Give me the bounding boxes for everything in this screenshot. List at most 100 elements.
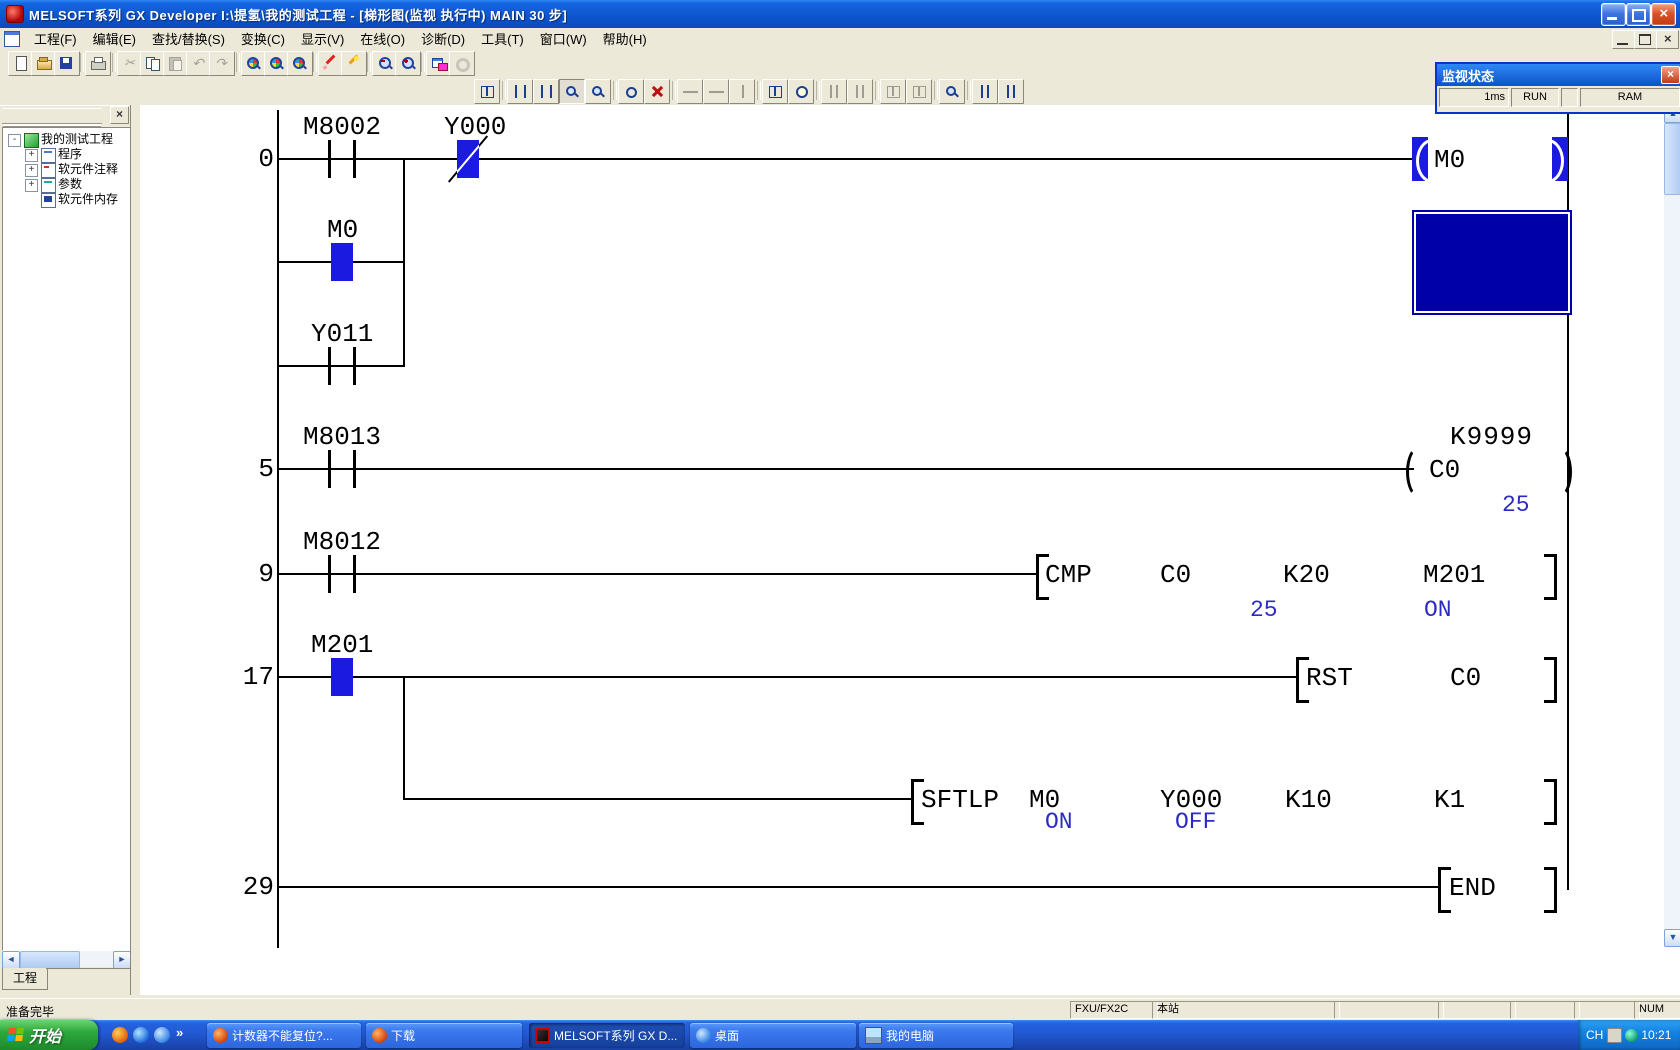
tree-node-parameter[interactable]: + 参数 [3, 177, 130, 192]
coil-m0-right-energized[interactable] [1552, 137, 1568, 181]
monitor-status-titlebar[interactable]: 监视状态 [1437, 64, 1680, 86]
partial-run-button[interactable] [880, 79, 906, 104]
ime-keyboard-icon[interactable] [1607, 1028, 1622, 1043]
contact-y011[interactable] [328, 347, 356, 385]
quicklaunch-firefox-icon[interactable] [112, 1027, 128, 1043]
contact-m201-energized[interactable] [331, 658, 353, 696]
step-run-button[interactable] [821, 79, 847, 104]
menu-edit[interactable]: 编辑(E) [85, 27, 144, 50]
contact-m8012[interactable] [328, 555, 356, 593]
menu-bar: 工程(F) 编辑(E) 查找/替换(S) 变换(C) 显示(V) 在线(O) 诊… [0, 28, 1680, 50]
tab-project[interactable]: 工程 [2, 968, 48, 990]
expand-icon[interactable]: + [25, 164, 38, 177]
line-insert-button[interactable] [972, 79, 998, 104]
mdi-restore-button[interactable] [1634, 30, 1657, 49]
task-button-forum[interactable]: 计数器不能复位?... [207, 1023, 361, 1048]
monitor-clock-button[interactable] [788, 79, 814, 104]
scrollbar-thumb[interactable] [1664, 123, 1680, 195]
instruction-cmp[interactable]: CMP [1045, 561, 1092, 589]
stop-monitor-button[interactable] [644, 79, 670, 104]
operand-m201[interactable]: M201 [1423, 561, 1485, 589]
menu-convert[interactable]: 变换(C) [233, 27, 293, 50]
language-indicator[interactable]: CH [1586, 1028, 1603, 1042]
minimize-button[interactable] [1601, 3, 1626, 26]
device-find-button[interactable] [287, 51, 313, 76]
close-contact-button[interactable] [533, 79, 559, 104]
skip-button[interactable] [847, 79, 873, 104]
print-button[interactable] [85, 51, 111, 76]
zoom-in-button[interactable] [395, 51, 421, 76]
tray-app-icon[interactable] [1625, 1029, 1638, 1042]
quicklaunch-overflow-icon[interactable]: » [176, 1025, 183, 1040]
tree-node-program[interactable]: + 程序 [3, 147, 130, 162]
left-power-rail [277, 110, 279, 948]
scroll-right-icon[interactable]: ► [113, 951, 131, 969]
instruction-rst[interactable]: RST [1306, 664, 1353, 692]
menu-find-replace[interactable]: 查找/替换(S) [144, 27, 233, 50]
program-jump-button[interactable] [906, 79, 932, 104]
sidebar-grip-handle[interactable] [2, 108, 102, 124]
scroll-left-icon[interactable]: ◄ [2, 951, 20, 969]
sidebar-close-icon[interactable]: × [110, 106, 129, 124]
menu-tools[interactable]: 工具(T) [473, 27, 532, 50]
menu-project[interactable]: 工程(F) [26, 27, 85, 50]
task-button-download[interactable]: 下载 [366, 1023, 522, 1048]
contact-m8013[interactable] [328, 450, 356, 488]
instruction-sftlp[interactable]: SFTLP [921, 786, 999, 814]
line-delete-button[interactable] [998, 79, 1024, 104]
tree-node-device-memory[interactable]: 软元件内存 [3, 192, 130, 207]
quicklaunch-ie-icon[interactable] [154, 1027, 170, 1043]
redo-button[interactable] [209, 51, 235, 76]
instruction-end[interactable]: END [1449, 874, 1496, 902]
menu-online[interactable]: 在线(O) [352, 27, 413, 50]
menu-view[interactable]: 显示(V) [293, 27, 352, 50]
quicklaunch-messenger-icon[interactable] [133, 1027, 149, 1043]
maximize-button[interactable] [1626, 3, 1651, 26]
edit-cursor-cell[interactable] [1412, 210, 1572, 315]
expand-icon[interactable]: + [25, 149, 38, 162]
menu-diagnostics[interactable]: 诊断(D) [413, 27, 473, 50]
fall-edit-button[interactable] [703, 79, 729, 104]
device-test-button[interactable] [585, 79, 611, 104]
mdi-close-button[interactable]: × [1656, 30, 1679, 49]
sidebar-horizontal-scrollbar[interactable]: ◄ ► [2, 951, 129, 967]
scroll-down-icon[interactable]: ▼ [1664, 929, 1680, 947]
menu-help[interactable]: 帮助(H) [595, 27, 655, 50]
expand-icon[interactable]: + [25, 179, 38, 192]
device-search-button[interactable] [939, 79, 965, 104]
monitor-close-icon[interactable]: × [1661, 66, 1680, 84]
menu-window[interactable]: 窗口(W) [532, 27, 595, 50]
coil-m0-left-energized[interactable] [1412, 137, 1428, 181]
contact-m0-energized[interactable] [331, 243, 353, 281]
branch-edit-button[interactable] [729, 79, 755, 104]
collapse-icon[interactable]: - [8, 134, 21, 147]
operand-c0-rst[interactable]: C0 [1450, 664, 1481, 692]
ladder-edit-2-button[interactable] [341, 51, 367, 76]
circuit-trace-button[interactable] [449, 51, 475, 76]
operand-k1[interactable]: K1 [1434, 786, 1465, 814]
open-contact-button[interactable] [507, 79, 533, 104]
contact-y000-closed-energized[interactable] [436, 139, 500, 179]
ladder-vertical-scrollbar[interactable]: ▲ ▼ [1664, 105, 1680, 945]
contact-m8002[interactable] [328, 140, 356, 178]
task-button-desktop[interactable]: 桌面 [690, 1023, 856, 1048]
scrollbar-thumb[interactable] [20, 951, 80, 969]
device-batch-button[interactable] [762, 79, 788, 104]
task-button-my-computer[interactable]: 我的电脑 [859, 1023, 1013, 1048]
task-button-melsoft-active[interactable]: MELSOFT系列 GX D... [529, 1023, 685, 1048]
save-project-button[interactable] [54, 51, 80, 76]
operand-k20[interactable]: K20 [1283, 561, 1330, 589]
coil-button[interactable] [618, 79, 644, 104]
tree-node-device-comment[interactable]: + 软元件注释 [3, 162, 130, 177]
rise-edit-button[interactable] [677, 79, 703, 104]
comment-edit-button[interactable] [474, 79, 500, 104]
close-button[interactable]: × [1651, 3, 1676, 26]
operand-k10[interactable]: K10 [1285, 786, 1332, 814]
tree-node-root[interactable]: - 我的测试工程 [3, 132, 130, 147]
start-button[interactable]: 开始 [0, 1020, 98, 1050]
operand-c0[interactable]: C0 [1160, 561, 1191, 589]
coil-label-c0[interactable]: C0 [1429, 456, 1460, 484]
mdi-minimize-button[interactable] [1612, 30, 1635, 49]
monitor-mode-button[interactable] [559, 79, 585, 104]
windows-flag-icon [7, 1028, 25, 1042]
